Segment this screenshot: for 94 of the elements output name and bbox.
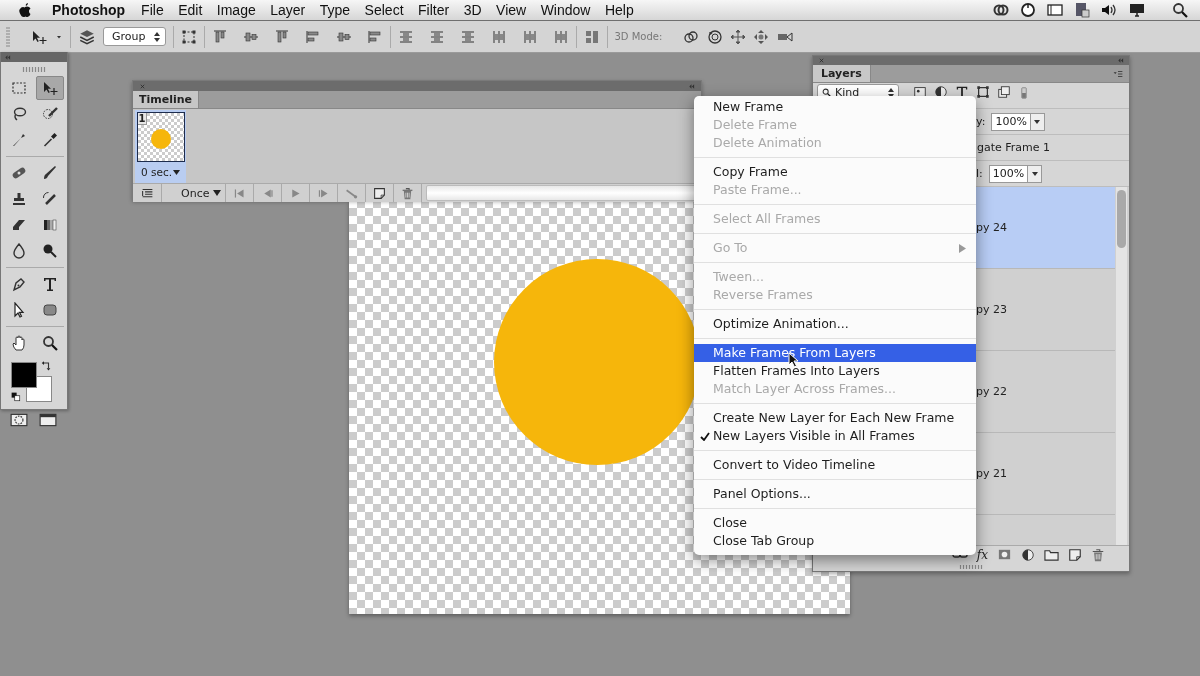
four-arrows-icon[interactable] bbox=[753, 28, 770, 45]
menu-bar-item[interactable]: 3D bbox=[463, 2, 482, 18]
panel-menu-icon[interactable] bbox=[1111, 68, 1125, 79]
fill-field[interactable]: 100% bbox=[988, 164, 1029, 183]
bars-grid-icon[interactable] bbox=[583, 28, 600, 45]
menu-item[interactable]: Copy Frame bbox=[694, 163, 976, 181]
fill-label: l: bbox=[976, 167, 983, 180]
distribute-bars-icon[interactable] bbox=[490, 28, 507, 45]
default-colors-icon[interactable] bbox=[11, 392, 21, 402]
folder-icon[interactable] bbox=[1044, 547, 1059, 562]
align-bars-icon[interactable] bbox=[366, 28, 383, 45]
menu-bar-item[interactable]: Type bbox=[319, 2, 351, 18]
caret-icon bbox=[173, 169, 181, 175]
caret-icon bbox=[213, 190, 221, 196]
stepper-icon bbox=[888, 87, 894, 98]
auto-select-dropdown[interactable]: Group bbox=[103, 27, 166, 46]
opacity-label: y: bbox=[976, 115, 986, 128]
caret-icon bbox=[1034, 119, 1041, 124]
menu-item[interactable]: Create New Layer for Each New Frame bbox=[694, 409, 976, 427]
menu-bar-item[interactable]: File bbox=[141, 2, 164, 18]
propagate-label[interactable]: gate Frame 1 bbox=[977, 141, 1051, 154]
mask-icon[interactable] bbox=[997, 547, 1012, 562]
search-icon bbox=[822, 88, 831, 97]
layers-tab[interactable]: Layers bbox=[813, 65, 871, 82]
dial-icon[interactable] bbox=[1020, 2, 1036, 18]
search-icon[interactable] bbox=[1172, 2, 1188, 18]
window-icon[interactable] bbox=[1046, 2, 1064, 18]
menu-item[interactable]: Close Tab Group bbox=[694, 532, 976, 550]
document-lock-icon[interactable] bbox=[1074, 2, 1090, 18]
stacked-pages-icon[interactable] bbox=[997, 84, 1011, 99]
move-arrow-icon[interactable] bbox=[30, 28, 48, 45]
interlocked-rings-icon[interactable] bbox=[992, 2, 1010, 18]
collapse-icon[interactable] bbox=[688, 82, 695, 90]
loop-dropdown[interactable]: Once bbox=[162, 184, 226, 202]
toggle-switch-icon[interactable] bbox=[1018, 84, 1030, 101]
half-circle-icon[interactable] bbox=[1021, 547, 1035, 562]
menu-item[interactable]: New Frame bbox=[694, 98, 976, 116]
menu-item[interactable]: Make Frames From Layers bbox=[694, 344, 976, 362]
menu-bar-item[interactable]: Layer bbox=[270, 2, 306, 18]
frame-number: 1 bbox=[137, 113, 148, 125]
menu-bar-item[interactable]: Select bbox=[364, 2, 404, 18]
opacity-field[interactable]: 100% bbox=[991, 112, 1031, 131]
page-icon[interactable] bbox=[1068, 547, 1082, 562]
quick-mask-icon[interactable] bbox=[10, 411, 28, 429]
screen-mode-icon[interactable] bbox=[38, 411, 58, 429]
distribute-bars-icon[interactable] bbox=[459, 28, 476, 45]
effects-button[interactable]: fx bbox=[976, 547, 988, 562]
distribute-bars-icon[interactable] bbox=[397, 28, 414, 45]
apple-logo-icon[interactable] bbox=[17, 2, 33, 18]
image-frame-icon[interactable] bbox=[913, 84, 927, 99]
stepper-icon bbox=[153, 31, 160, 42]
menu-item[interactable]: Close bbox=[694, 514, 976, 532]
trash-icon[interactable] bbox=[401, 186, 414, 200]
mode-label: 3D Mode: bbox=[614, 31, 663, 42]
panel-grip-icon bbox=[6, 26, 10, 47]
thumbnail-circle bbox=[150, 129, 171, 149]
menu-bar-item[interactable]: Help bbox=[604, 2, 634, 18]
menu-item[interactable]: Flatten Frames Into Layers bbox=[694, 362, 976, 380]
menu-item[interactable]: New Layers Visible in All Frames bbox=[694, 427, 976, 445]
menu-bar-item[interactable]: Filter bbox=[418, 2, 450, 18]
distribute-bars-icon[interactable] bbox=[521, 28, 538, 45]
panel-grip-icon bbox=[22, 66, 46, 72]
timeline-tab[interactable]: Timeline bbox=[133, 91, 200, 108]
speaker-icon[interactable] bbox=[1100, 2, 1118, 18]
distribute-bars-icon[interactable] bbox=[428, 28, 445, 45]
scrollbar-thumb[interactable] bbox=[1117, 190, 1126, 248]
menu-item[interactable]: Optimize Animation... bbox=[694, 315, 976, 333]
cross-arrows-icon[interactable] bbox=[730, 28, 747, 45]
animation-frame[interactable]: 1 0 sec. bbox=[135, 110, 186, 183]
list-lines-icon[interactable] bbox=[140, 186, 154, 200]
layer-stack-icon[interactable] bbox=[78, 27, 96, 46]
caret-icon bbox=[1031, 171, 1038, 176]
trash-icon[interactable] bbox=[1091, 547, 1105, 562]
align-bars-icon[interactable] bbox=[304, 28, 321, 45]
menu-item[interactable]: Convert to Video Timeline bbox=[694, 456, 976, 474]
dashed-square-icon[interactable] bbox=[180, 28, 197, 45]
menu-bar-item[interactable]: Edit bbox=[178, 2, 203, 18]
page-icon[interactable] bbox=[373, 186, 386, 200]
align-bars-icon[interactable] bbox=[273, 28, 290, 45]
color-swatches-drawing[interactable] bbox=[11, 362, 51, 402]
monitor-icon[interactable] bbox=[1128, 2, 1146, 18]
menu-bar-item[interactable]: View bbox=[496, 2, 527, 18]
menu-bar-item[interactable]: Image bbox=[216, 2, 256, 18]
dropdown-button[interactable] bbox=[1028, 164, 1043, 183]
panel-grip-icon bbox=[959, 565, 983, 569]
app-menu[interactable]: Photoshop bbox=[52, 2, 126, 18]
menu-bar-item[interactable]: Window bbox=[540, 2, 591, 18]
overlapping-circles-icon[interactable] bbox=[682, 28, 701, 45]
align-bars-icon[interactable] bbox=[211, 28, 228, 45]
square-handles-icon[interactable] bbox=[976, 84, 990, 99]
distribute-bars-icon[interactable] bbox=[552, 28, 569, 45]
swap-arrow-icon[interactable] bbox=[41, 360, 53, 372]
frame-delay[interactable]: 0 sec. bbox=[140, 166, 181, 178]
menu-item[interactable]: Panel Options... bbox=[694, 485, 976, 503]
